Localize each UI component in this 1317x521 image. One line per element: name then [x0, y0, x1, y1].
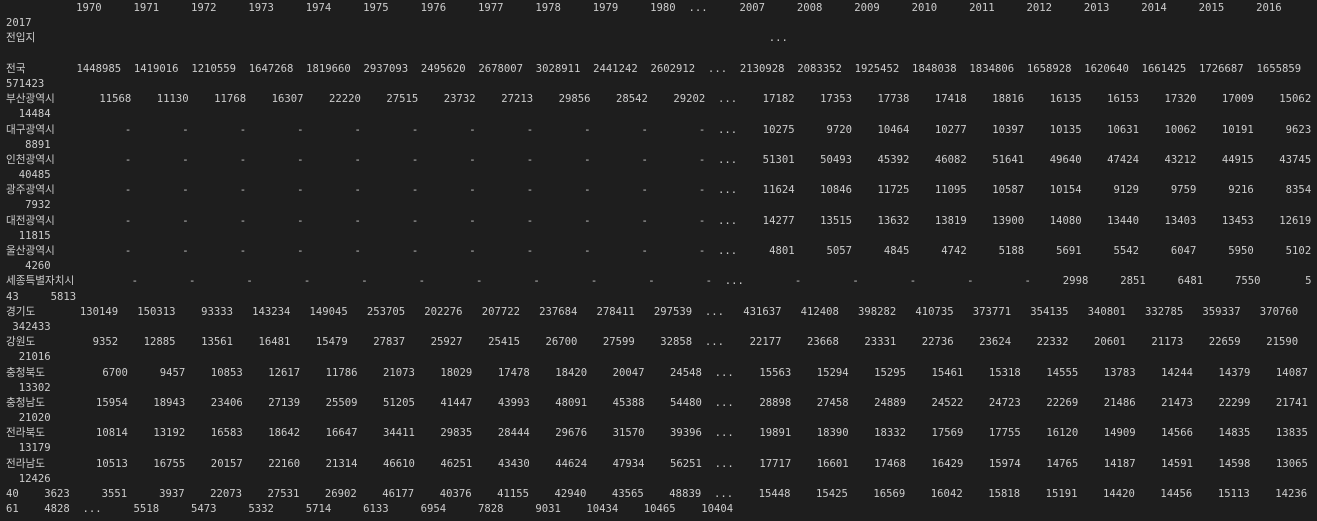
- terminal-line: 14484: [6, 108, 51, 121]
- terminal-line: 11815: [6, 229, 51, 242]
- terminal-line: 40 3623 3551 3937 22073 27531 26902 4617…: [6, 488, 1311, 500]
- terminal-line: 울산광역시 - - - - - - - - - - - ... 4801 505…: [6, 245, 1311, 257]
- terminal-line: 대구광역시 - - - - - - - - - - - ... 10275 97…: [6, 123, 1311, 136]
- terminal-line: 61 4828 ... 5518 5473 5332 5714 6133 695…: [6, 503, 734, 516]
- terminal-line: 13179: [6, 442, 51, 455]
- terminal-line: 전입지 ...: [6, 32, 788, 45]
- terminal-line: 세종특별자치시 - - - - - - - - - - - ... - - - …: [6, 275, 1311, 288]
- terminal-line: 충청북도 6700 9457 10853 12617 11786 21073 1…: [6, 366, 1311, 379]
- terminal-line: 571423: [6, 77, 45, 90]
- terminal-line: 13302: [6, 381, 51, 394]
- terminal-line: 전라남도 10513 16755 20157 22160 21314 46610…: [6, 457, 1311, 470]
- terminal-line: 전국 1448985 1419016 1210559 1647268 18196…: [6, 62, 1311, 75]
- terminal-line: 43 5813: [6, 290, 77, 303]
- terminal-line: 4260: [6, 260, 51, 273]
- terminal-line: 1970 1971 1972 1973 1974 1975 1976 1977 …: [6, 2, 1295, 14]
- terminal-line: 강원도 9352 12885 13561 16481 15479 27837 2…: [6, 336, 1311, 349]
- terminal-line: 전라북도 10814 13192 16583 18642 16647 34411…: [6, 427, 1311, 440]
- terminal-line: 대전광역시 - - - - - - - - - - - ... 14277 13…: [6, 214, 1311, 227]
- terminal-line: 부산광역시 11568 11130 11768 16307 22220 2751…: [6, 93, 1311, 106]
- terminal-line: 8891: [6, 138, 51, 151]
- terminal-line: 인천광역시 - - - - - - - - - - - ... 51301 50…: [6, 153, 1311, 166]
- terminal-line: 2017: [6, 17, 32, 30]
- terminal-line: 7932: [6, 199, 51, 212]
- terminal-line: 342433: [6, 320, 51, 333]
- terminal-line: 경기도 130149 150313 93333 143234 149045 25…: [6, 305, 1311, 318]
- terminal-line: 충청남도 15954 18943 23406 27139 25509 51205…: [6, 396, 1311, 409]
- terminal-line: 21016: [6, 351, 51, 364]
- terminal-line: 21020: [6, 412, 51, 425]
- terminal-line: 광주광역시 - - - - - - - - - - - ... 11624 10…: [6, 184, 1311, 197]
- terminal-line: 40485: [6, 169, 51, 182]
- terminal-line: 12426: [6, 472, 51, 485]
- terminal-output: 1970 1971 1972 1973 1974 1975 1976 1977 …: [6, 1, 1311, 520]
